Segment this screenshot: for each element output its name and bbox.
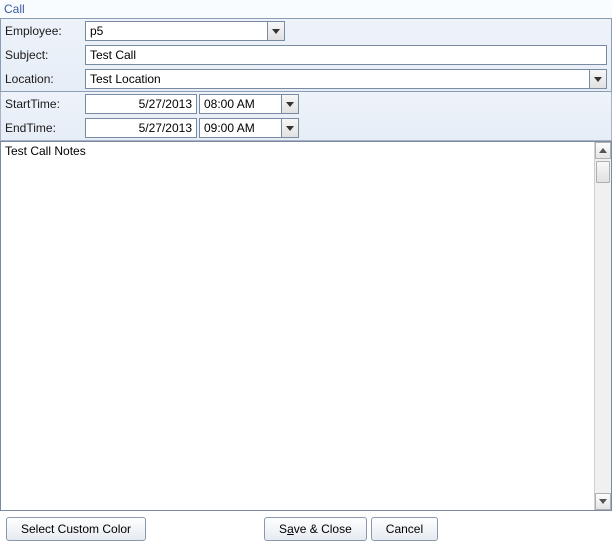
start-time-value: 08:00 AM <box>200 95 281 113</box>
row-employee: Employee: p5 <box>1 19 611 43</box>
row-starttime: StartTime: 5/27/2013 08:00 AM <box>1 92 611 116</box>
subject-input[interactable] <box>85 45 607 65</box>
start-time-combo[interactable]: 08:00 AM <box>199 94 299 114</box>
end-date-input[interactable]: 5/27/2013 <box>85 118 197 138</box>
chevron-down-icon <box>594 77 602 82</box>
save-text-post: ve & Close <box>294 522 352 536</box>
location-value: Test Location <box>86 70 589 88</box>
row-location: Location: Test Location <box>1 67 611 91</box>
location-combo[interactable]: Test Location <box>85 69 607 89</box>
footer-buttons: Save & Close Cancel <box>264 517 438 541</box>
scroll-track[interactable] <box>595 159 611 493</box>
scroll-down-button[interactable] <box>595 493 611 510</box>
start-date-input[interactable]: 5/27/2013 <box>85 94 197 114</box>
notes-textarea[interactable] <box>1 142 594 510</box>
end-time-dropdown-button[interactable] <box>281 119 298 137</box>
row-endtime: EndTime: 5/27/2013 09:00 AM <box>1 116 611 140</box>
save-and-close-button[interactable]: Save & Close <box>264 517 367 541</box>
start-time-dropdown-button[interactable] <box>281 95 298 113</box>
footer: Select Custom Color Save & Close Cancel <box>0 511 612 547</box>
chevron-down-icon <box>599 499 607 504</box>
location-label: Location: <box>5 72 85 86</box>
notes-scrollbar[interactable] <box>594 142 611 510</box>
endtime-label: EndTime: <box>5 121 85 135</box>
chevron-down-icon <box>272 29 280 34</box>
select-custom-color-button[interactable]: Select Custom Color <box>6 517 146 541</box>
employee-combo[interactable]: p5 <box>85 21 285 41</box>
call-dialog: Call Employee: p5 Subject: Location: <box>0 0 612 550</box>
window-title: Call <box>0 0 612 18</box>
save-accelerator: a <box>287 522 294 536</box>
notes-container <box>0 141 612 511</box>
form-section: Employee: p5 Subject: Location: Test Loc <box>0 18 612 92</box>
employee-label: Employee: <box>5 24 85 38</box>
scroll-thumb[interactable] <box>596 161 610 183</box>
employee-value: p5 <box>86 22 267 40</box>
chevron-down-icon <box>286 126 294 131</box>
time-section: StartTime: 5/27/2013 08:00 AM EndTime: 5… <box>0 92 612 141</box>
scroll-up-button[interactable] <box>595 142 611 159</box>
end-time-combo[interactable]: 09:00 AM <box>199 118 299 138</box>
end-time-value: 09:00 AM <box>200 119 281 137</box>
cancel-button[interactable]: Cancel <box>371 517 438 541</box>
chevron-down-icon <box>286 102 294 107</box>
row-subject: Subject: <box>1 43 611 67</box>
location-dropdown-button[interactable] <box>589 70 606 88</box>
starttime-label: StartTime: <box>5 97 85 111</box>
chevron-up-icon <box>599 148 607 153</box>
subject-label: Subject: <box>5 48 85 62</box>
save-text-pre: S <box>279 522 287 536</box>
employee-dropdown-button[interactable] <box>267 22 284 40</box>
